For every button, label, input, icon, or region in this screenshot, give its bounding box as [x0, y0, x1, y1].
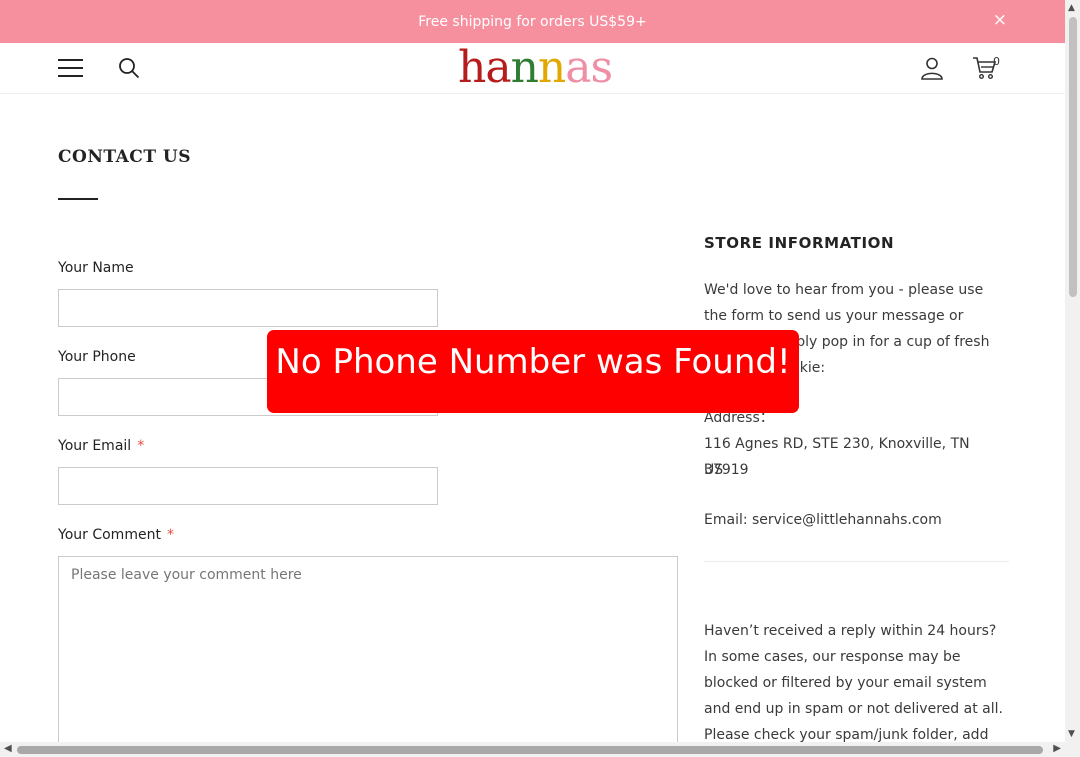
- title-underline: [58, 198, 98, 200]
- address-country: US: [704, 462, 724, 478]
- scroll-up-arrow-icon[interactable]: ▲: [1068, 3, 1075, 13]
- horizontal-scroll-thumb[interactable]: [17, 746, 1043, 754]
- vertical-scrollbar[interactable]: ▲ ▼: [1065, 0, 1080, 742]
- close-icon[interactable]: ×: [993, 10, 1007, 30]
- name-label: Your Name: [58, 260, 134, 276]
- horizontal-scrollbar[interactable]: ◀ ▶: [0, 742, 1065, 757]
- logo-letter: h: [458, 42, 486, 93]
- store-email: Email: service@littlehannahs.com: [704, 512, 942, 528]
- comment-label: Your Comment *: [58, 527, 174, 543]
- page-title: CONTACT US: [58, 147, 191, 167]
- phone-label: Your Phone: [58, 349, 136, 365]
- divider: [704, 561, 1009, 562]
- email-label: Your Email *: [58, 438, 145, 454]
- scrollbar-corner: [1065, 742, 1080, 757]
- required-marker: *: [166, 527, 174, 543]
- name-input[interactable]: [58, 289, 438, 327]
- logo-letter: n: [537, 42, 566, 93]
- user-account-icon[interactable]: [920, 56, 944, 80]
- reply-note-text: Haven’t received a reply within 24 hours…: [704, 623, 1003, 757]
- store-info-title: STORE INFORMATION: [704, 234, 895, 252]
- vertical-scroll-thumb[interactable]: [1069, 17, 1077, 297]
- hannas-logo[interactable]: hannas: [458, 42, 614, 93]
- error-toast: No Phone Number was Found!: [267, 330, 799, 413]
- scroll-right-arrow-icon[interactable]: ▶: [1053, 743, 1061, 754]
- announcement-bar: Free shipping for orders US$59+ ×: [0, 0, 1065, 43]
- required-marker: *: [137, 438, 145, 454]
- logo-letter: s: [590, 42, 614, 93]
- logo-letter: n: [510, 42, 539, 93]
- site-header: hannas 0: [0, 43, 1065, 94]
- scroll-left-arrow-icon[interactable]: ◀: [4, 743, 12, 754]
- logo-letter: a: [485, 42, 511, 93]
- email-input[interactable]: [58, 467, 438, 505]
- logo-letter: a: [565, 42, 591, 93]
- cart-count-badge: 0: [993, 55, 1000, 68]
- hamburger-menu-icon[interactable]: [58, 59, 83, 77]
- announcement-text: Free shipping for orders US$59+: [418, 13, 647, 30]
- scroll-down-arrow-icon[interactable]: ▼: [1068, 729, 1075, 739]
- search-icon[interactable]: [118, 57, 140, 79]
- comment-textarea[interactable]: [58, 556, 678, 744]
